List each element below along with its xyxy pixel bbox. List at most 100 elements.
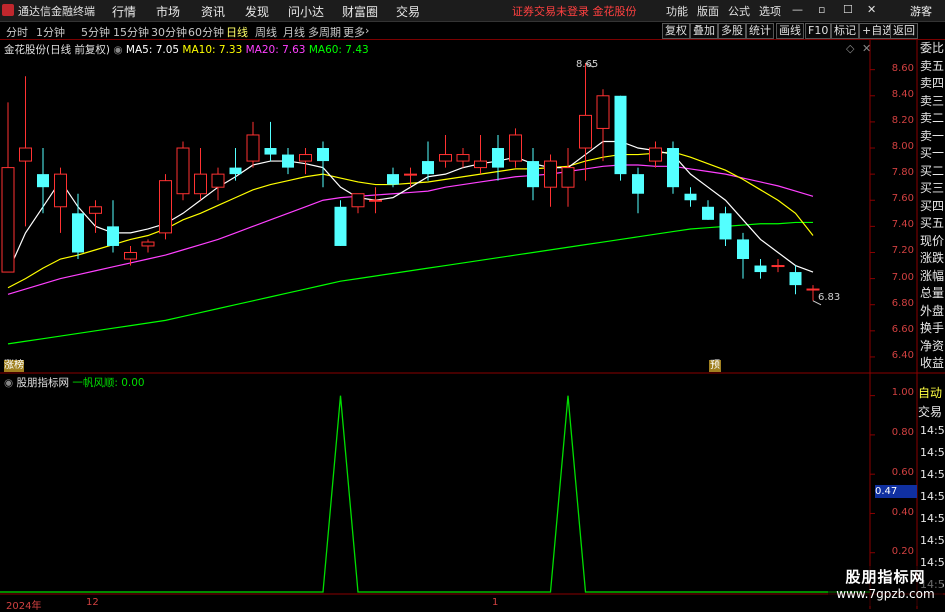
app-title: 通达信金融终端 bbox=[18, 5, 95, 18]
ma60-legend: MA60: 7.43 bbox=[308, 44, 369, 56]
quote-field-label: 涨幅 bbox=[920, 268, 945, 283]
menu-hangqing[interactable]: 行情 bbox=[112, 3, 136, 20]
trade-label[interactable]: 交易 bbox=[918, 403, 942, 420]
period-weekly[interactable]: 周线 bbox=[255, 24, 277, 40]
price-axis-label: 6.40 bbox=[891, 349, 914, 361]
indicator-settings-icon[interactable]: ◉ bbox=[4, 377, 13, 389]
menu-gongneng[interactable]: 功能 bbox=[666, 3, 688, 19]
button-fuquan[interactable]: 复权 bbox=[662, 23, 690, 39]
quote-field-label: 买五 bbox=[920, 216, 945, 230]
candle-body bbox=[806, 288, 820, 291]
quote-field-label: 换手 bbox=[920, 321, 945, 335]
button-tongji[interactable]: 统计 bbox=[746, 23, 774, 39]
candle-body bbox=[72, 213, 84, 253]
menu-zixun[interactable]: 资讯 bbox=[201, 3, 225, 20]
candle-body bbox=[492, 148, 504, 168]
button-fanhui[interactable]: 返回 bbox=[890, 23, 918, 39]
date-label: 1 bbox=[492, 597, 499, 608]
main-legend: 金花股份(日线 前复权) ◉ MA5: 7.05 MA10: 7.33 MA20… bbox=[4, 42, 369, 57]
close-icon[interactable]: ✕ bbox=[867, 3, 876, 16]
period-more[interactable]: 更多 bbox=[343, 24, 365, 40]
button-biaoji[interactable]: 标记 bbox=[831, 23, 859, 39]
indicator-title: 股朋指标网 bbox=[16, 377, 70, 389]
maximize-icon[interactable]: ☐ bbox=[843, 3, 853, 16]
candle-body bbox=[107, 226, 119, 246]
guest-label[interactable]: 游客 bbox=[910, 3, 932, 19]
button-f10[interactable]: F10 bbox=[805, 23, 832, 39]
menu-faxian[interactable]: 发现 bbox=[245, 3, 269, 20]
candle-body bbox=[317, 148, 329, 162]
candle-body bbox=[579, 114, 592, 149]
watermark-line2: www.7gpzb.com bbox=[836, 587, 935, 601]
sub-axis-label: 0.20 bbox=[891, 546, 914, 557]
candle-body bbox=[89, 206, 102, 214]
menu-wenxiaoda[interactable]: 问小达 bbox=[288, 3, 324, 20]
rank-tag[interactable]: 涨榜 bbox=[4, 360, 24, 372]
candle-body bbox=[754, 265, 767, 273]
candle-body bbox=[1, 167, 15, 273]
menu-caifuquan[interactable]: 财富圈 bbox=[342, 3, 378, 20]
watermark: 股朋指标网 www.7gpzb.com bbox=[828, 566, 943, 606]
quote-field-label: 外盘 bbox=[920, 303, 945, 318]
quote-field-label: 卖二 bbox=[920, 111, 945, 125]
menu-jiaoyi[interactable]: 交易 bbox=[396, 3, 420, 20]
menu-xuanxiang[interactable]: 选项 bbox=[759, 3, 781, 19]
button-duogu[interactable]: 多股 bbox=[718, 23, 746, 39]
menu-bar: 通达信金融终端 行情 市场 资讯 发现 问小达 财富圈 交易 证券交易未登录 金… bbox=[0, 0, 945, 22]
candle-body bbox=[369, 199, 382, 202]
restore-icon[interactable]: ▫ bbox=[818, 3, 825, 16]
sub-axis-label: 1.00 bbox=[891, 387, 914, 398]
kline-chart[interactable] bbox=[0, 40, 945, 609]
menu-banmian[interactable]: 版面 bbox=[697, 3, 719, 19]
period-5min[interactable]: 5分钟 bbox=[81, 24, 110, 40]
quote-field-label: 卖四 bbox=[920, 76, 945, 90]
candle-body bbox=[439, 154, 452, 162]
tick-time: 14:56 bbox=[920, 534, 945, 547]
tick-time: 14:56 bbox=[920, 512, 945, 525]
menu-shichang[interactable]: 市场 bbox=[156, 3, 180, 20]
period-15min[interactable]: 15分钟 bbox=[113, 24, 149, 40]
candle-body bbox=[527, 161, 539, 188]
candle-body bbox=[176, 147, 190, 195]
period-multi[interactable]: 多周期 bbox=[308, 24, 341, 40]
candle-body bbox=[159, 180, 172, 234]
quote-field-label: 收益 bbox=[920, 356, 945, 370]
candle-body bbox=[404, 173, 417, 176]
candle-body bbox=[789, 272, 802, 286]
candle-body bbox=[474, 160, 487, 169]
quote-field-label: 买二 bbox=[920, 163, 945, 178]
minimize-icon[interactable]: — bbox=[792, 3, 803, 16]
forecast-tag[interactable]: 预 bbox=[709, 360, 721, 372]
button-diejia[interactable]: 叠加 bbox=[690, 23, 718, 39]
candle-body bbox=[37, 174, 49, 188]
auto-label[interactable]: 自动 bbox=[918, 384, 942, 401]
period-daily[interactable]: 日线 bbox=[226, 24, 248, 40]
button-huaxian[interactable]: 画线 bbox=[776, 23, 804, 39]
candle-body bbox=[719, 213, 732, 240]
period-monthly[interactable]: 月线 bbox=[283, 24, 305, 40]
quote-field-label: 涨跌 bbox=[920, 251, 945, 265]
period-1min[interactable]: 1分钟 bbox=[36, 24, 65, 40]
ma10-legend: MA10: 7.33 bbox=[182, 44, 243, 56]
candle-body bbox=[351, 193, 365, 208]
close-pane-icon[interactable]: ✕ bbox=[862, 42, 871, 55]
tick-time: 14:56 bbox=[920, 446, 945, 459]
candle-body bbox=[282, 154, 294, 168]
period-toolbar: 分时 1分钟 5分钟 15分钟 30分钟 60分钟 日线 周线 月线 多周期 更… bbox=[0, 22, 945, 40]
menu-gongshi[interactable]: 公式 bbox=[728, 3, 750, 19]
low-mark: 6.83 bbox=[818, 292, 841, 303]
period-fenshi[interactable]: 分时 bbox=[6, 24, 28, 40]
price-axis-label: 7.20 bbox=[891, 245, 914, 257]
price-axis-label: 8.20 bbox=[891, 114, 914, 126]
period-30min[interactable]: 30分钟 bbox=[151, 24, 187, 40]
settings-icon[interactable]: ◉ bbox=[113, 44, 122, 56]
collapse-icon[interactable]: ◇ bbox=[846, 42, 854, 55]
indicator-series-line bbox=[0, 395, 870, 593]
high-mark: 8.65 bbox=[576, 59, 599, 70]
sub-axis-label: 0.80 bbox=[891, 427, 914, 438]
indicator-legend: ◉ 股朋指标网 一帆风顺: 0.00 bbox=[4, 375, 145, 390]
sub-axis-label: 0.60 bbox=[891, 467, 914, 478]
period-60min[interactable]: 60分钟 bbox=[188, 24, 224, 40]
chevron-right-icon[interactable]: › bbox=[365, 24, 369, 37]
candle-body bbox=[246, 134, 260, 162]
